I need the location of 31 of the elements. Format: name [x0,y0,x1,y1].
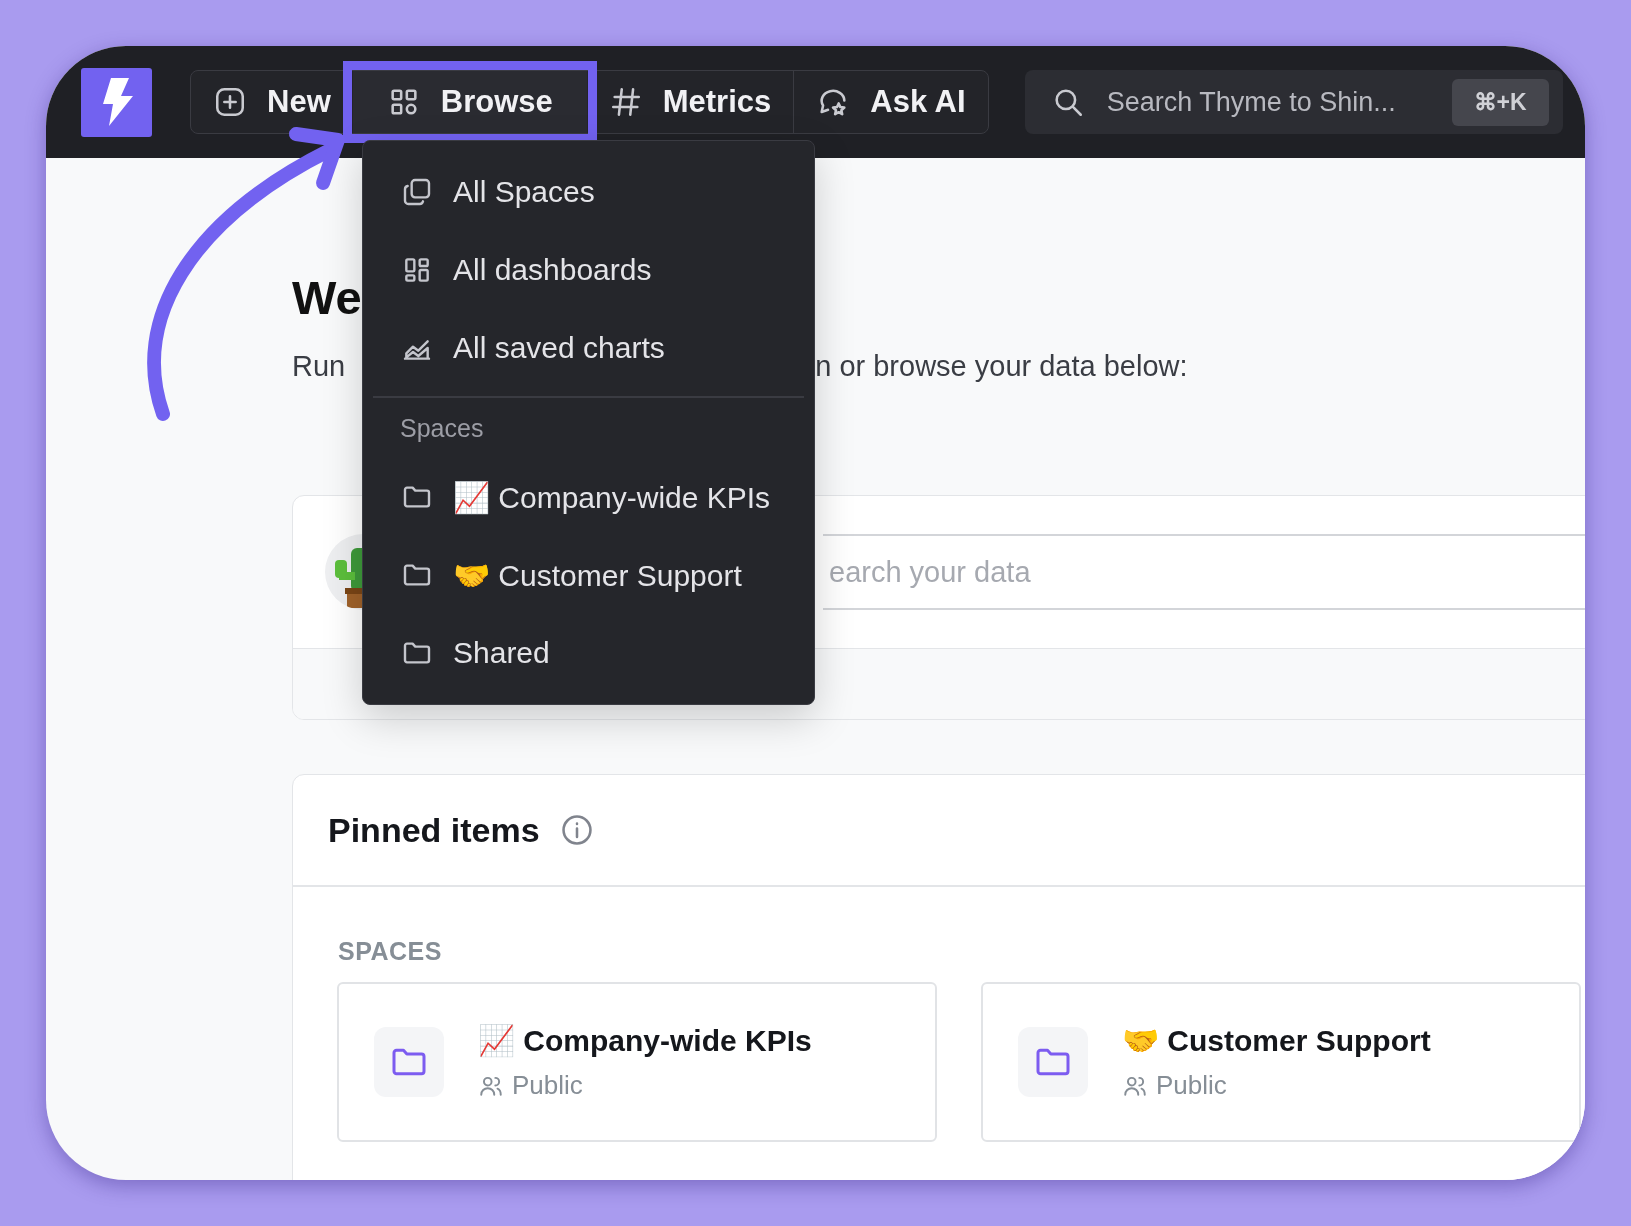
welcome-heading: We [292,270,362,326]
nav-tab[interactable]: New [191,71,353,133]
space-title: 📈 Company-wide KPIs [478,1023,812,1058]
panel-title: Pinned items [328,810,540,850]
stacked-squares-icon [401,176,433,208]
menu-item[interactable]: All saved charts [373,309,804,387]
space-title: 🤝 Customer Support [1122,1023,1431,1058]
nav-tab[interactable]: Ask AI [793,71,988,133]
folder-icon [1018,1027,1088,1097]
search-input[interactable]: Search Thyme to Shin... [1106,86,1430,118]
access-label: Public [1156,1070,1227,1101]
lightning-logo-icon[interactable] [81,67,152,137]
space-card[interactable]: 🤝 Customer Support Public [981,982,1581,1142]
folder-icon [374,1027,444,1097]
menu-item[interactable]: All Spaces [373,153,804,231]
section-label: SPACES [338,937,443,966]
search-field[interactable]: Search Thyme to Shin... ⌘+K [1024,70,1563,134]
menu-item[interactable]: 📈 Company-wide KPIs [373,458,804,536]
nav-tab[interactable]: Metrics [586,71,794,133]
menu-item[interactable]: All dashboards [373,231,804,309]
welcome-subtitle: n or browse your data below: [815,350,1188,383]
info-icon[interactable] [559,813,594,847]
welcome-subtitle: Run [292,350,346,383]
menu-section-label: Spaces [399,412,485,444]
space-card[interactable]: 📈 Company-wide KPIs Public [337,982,937,1142]
menu-item[interactable]: Shared [373,614,804,692]
access-label: Public [512,1070,583,1101]
plus-icon [213,85,247,119]
menu-item[interactable]: 🤝 Customer Support [373,536,804,614]
shortcut-key: ⌘+K [1451,78,1549,126]
data-search-field[interactable]: earch your data [823,534,1585,610]
